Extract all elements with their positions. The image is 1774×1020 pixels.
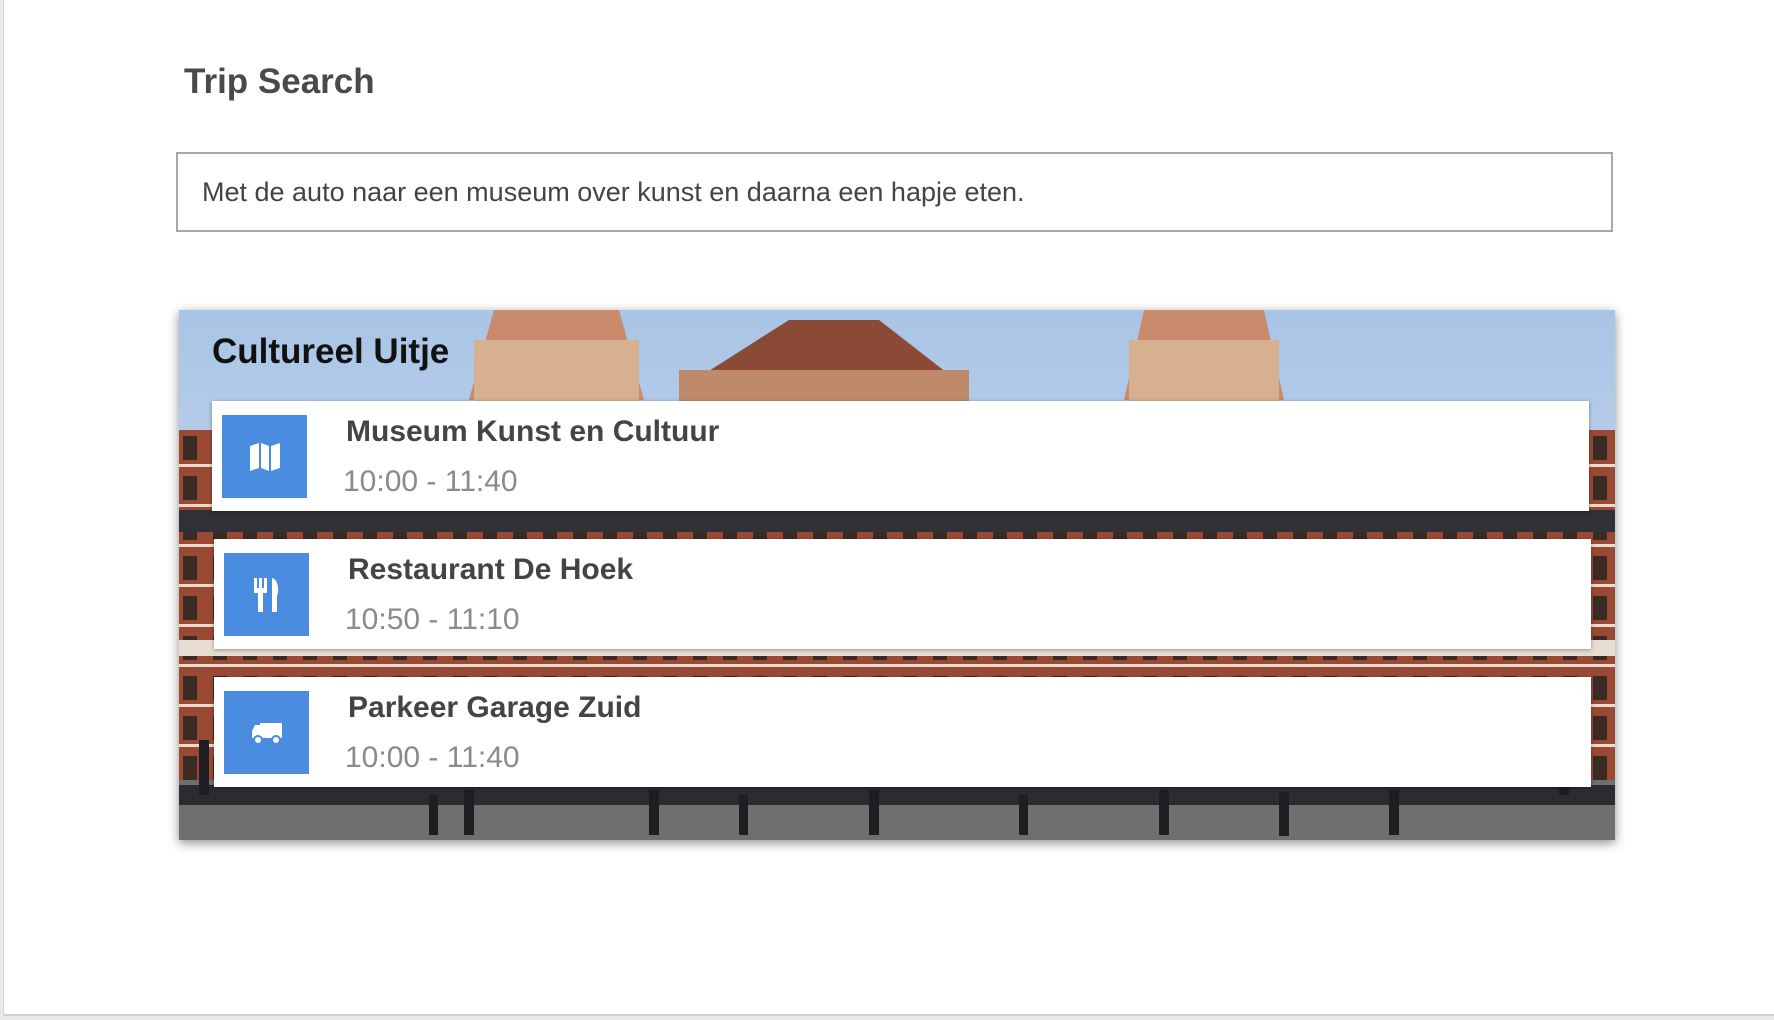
restaurant-icon xyxy=(224,553,309,636)
map-icon xyxy=(222,415,307,498)
item-time: 10:00 - 11:40 xyxy=(343,465,518,498)
search-input[interactable] xyxy=(200,175,1611,209)
search-box[interactable] xyxy=(176,152,1613,232)
item-name: Museum Kunst en Cultuur xyxy=(346,415,720,448)
trip-item-parking[interactable]: Parkeer Garage Zuid 10:00 - 11:40 xyxy=(214,677,1591,787)
trip-title: Cultureel Uitje xyxy=(212,332,450,371)
trip-card[interactable]: Cultureel Uitje Museum Kunst en Cultuur … xyxy=(179,310,1615,840)
truck-icon xyxy=(224,691,309,774)
item-name: Parkeer Garage Zuid xyxy=(348,691,642,724)
item-time: 10:50 - 11:10 xyxy=(345,603,520,636)
trip-item-restaurant[interactable]: Restaurant De Hoek 10:50 - 11:10 xyxy=(214,539,1591,649)
item-time: 10:00 - 11:40 xyxy=(345,741,520,774)
trip-item-museum[interactable]: Museum Kunst en Cultuur 10:00 - 11:40 xyxy=(212,401,1589,511)
item-name: Restaurant De Hoek xyxy=(348,553,634,586)
page-title: Trip Search xyxy=(184,62,375,101)
app-window: Trip Search Met de auto naar een museum … xyxy=(3,0,1774,1016)
